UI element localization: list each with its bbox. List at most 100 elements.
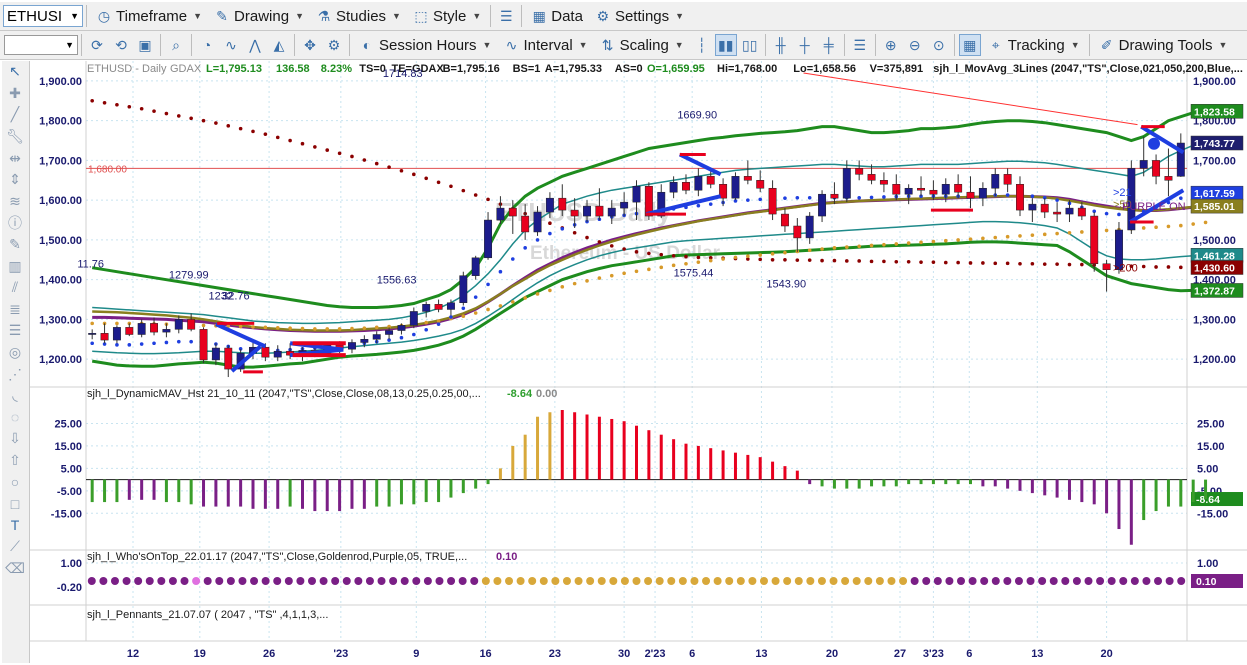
drawing-tools-menu[interactable]: ✐ Drawing Tools ▼ (1093, 33, 1234, 57)
retracement-icon[interactable]: ☰ (2, 320, 28, 342)
ma-200-dot (412, 172, 416, 177)
text-icon[interactable]: T (2, 514, 28, 536)
whos-on-top-dot (1049, 577, 1058, 585)
zoom-reset-icon[interactable]: ⊙ (928, 34, 950, 56)
whos-on-top-dot (748, 577, 757, 585)
dots-axis-tick: -0.20 (57, 582, 82, 594)
candle-down (595, 205, 604, 217)
speed-lines-icon[interactable]: ⫽ (2, 277, 28, 299)
candle-up (137, 323, 146, 335)
grid-icon[interactable]: ▦ (958, 34, 981, 56)
style-menu[interactable]: ⬚ Style ▼ (407, 4, 487, 28)
studies-menu[interactable]: ⚗ Studies ▼ (310, 4, 407, 28)
ma-200-dot (449, 184, 453, 189)
price-axis-tick-left: 1,900.00 (39, 76, 82, 88)
price-axis-tick-left: 1,500.00 (39, 235, 82, 247)
session-hours-menu[interactable]: ◐ Session Hours ▼ (353, 33, 497, 57)
speedometer-icon[interactable]: ◔ (196, 34, 218, 56)
candle-down (199, 329, 208, 361)
properties-icon[interactable]: ⚙ (323, 34, 345, 56)
ma-21-dot (510, 257, 515, 261)
spacing-icon[interactable]: ╫ (770, 34, 792, 56)
timeframe-menu[interactable]: ◷ Timeframe ▼ (90, 4, 208, 28)
gann-icon[interactable]: ◎ (2, 342, 28, 364)
chart-area[interactable]: ETHUSD - Daily GDAX L=1,795.13 136.58 8.23… (30, 61, 1247, 665)
candle-down (879, 180, 888, 185)
ellipse-icon[interactable]: ○ (2, 471, 28, 493)
rectangle-icon[interactable]: □ (2, 493, 28, 515)
data-menu[interactable]: ▦ Data (525, 4, 589, 28)
hollow-candle-icon[interactable]: ▯▯ (739, 34, 761, 56)
whos-on-top-dot (1119, 577, 1128, 585)
wrench-icon[interactable]: 🔧︎ (2, 126, 28, 148)
ma-200-dot (820, 258, 824, 263)
cycle-icon[interactable]: ◌ (2, 407, 28, 429)
ma-21-dot (696, 203, 701, 208)
whos-on-top-dot (273, 577, 282, 585)
trendline-icon[interactable]: ╱ (2, 104, 28, 126)
candle-up (991, 174, 1000, 189)
ma-orange-dot (350, 326, 354, 331)
ma-200-dot (1141, 264, 1146, 269)
image-icon[interactable]: ▣ (134, 34, 156, 56)
symbol-input[interactable]: ETHUSI ▼ (3, 5, 83, 27)
refresh-all-icon[interactable]: ⟲ (110, 34, 132, 56)
whos-on-top-dot (458, 577, 467, 585)
interval-menu[interactable]: ∿ Interval ▼ (497, 33, 593, 57)
compress-icon[interactable]: ┼ (794, 34, 816, 56)
pointer-icon[interactable]: ↖ (2, 61, 28, 83)
fan-icon[interactable]: ⋰ (2, 363, 28, 385)
horizontal-line-icon[interactable]: ⇹ (2, 147, 28, 169)
drawing-tools-icon: ✐ (1100, 37, 1113, 53)
arrow-up-icon[interactable]: ⇧ (2, 450, 28, 472)
tracking-menu[interactable]: ⌖ Tracking ▼ (982, 33, 1086, 57)
layout-icon[interactable]: ☰ (495, 5, 517, 27)
channel-icon[interactable]: ≋ (2, 191, 28, 213)
ma-orange-dot (956, 238, 960, 242)
bar-style-icon[interactable]: ┆ (691, 34, 713, 56)
ma-21-dot (486, 282, 490, 287)
candle-down (150, 323, 159, 333)
layout-icon[interactable]: ☰ (849, 34, 871, 56)
candle-up (904, 187, 913, 195)
ma-orange-dot (1080, 230, 1084, 234)
arc-icon[interactable]: ◟ (2, 385, 28, 407)
pencil-icon[interactable]: ✎ (2, 234, 28, 256)
fibonacci-icon[interactable]: ▥ (2, 255, 28, 277)
crosshair-icon[interactable]: ✚ (2, 83, 28, 105)
refresh-icon[interactable]: ⟳ (86, 34, 108, 56)
info-icon[interactable]: ⓘ (2, 212, 28, 234)
format-icon[interactable]: ✥ (299, 34, 321, 56)
ma-orange-dot (115, 321, 119, 326)
ma-200-dot (325, 148, 330, 152)
whos-on-top-dot (945, 577, 954, 585)
indicator-icon[interactable]: ∿ (220, 34, 242, 56)
candle-up (694, 176, 703, 191)
candle-up (471, 257, 480, 276)
template-select[interactable]: ▼ (4, 35, 78, 55)
zoom-window-icon[interactable]: ⌕ (165, 34, 187, 56)
line-chart-icon[interactable]: ⋀ (244, 34, 266, 56)
candle-up (1028, 203, 1037, 211)
levels-icon[interactable]: ≣ (2, 299, 28, 321)
ma-orange-dot (1141, 226, 1146, 230)
vertical-line-icon[interactable]: ⇕ (2, 169, 28, 191)
whos-on-top-dot (1177, 577, 1186, 585)
candle-up (409, 311, 418, 326)
drawing-menu[interactable]: ✎ Drawing ▼ (208, 4, 310, 28)
ma-21-dot (523, 246, 527, 250)
settings-menu[interactable]: ⚙ Settings ▼ (589, 4, 690, 28)
area-chart-icon[interactable]: ◭ (268, 34, 290, 56)
candlestick-icon[interactable]: ▮▮ (714, 34, 737, 56)
zoom-in-icon[interactable]: ⊕ (880, 34, 902, 56)
zoom-out-icon[interactable]: ⊖ (904, 34, 926, 56)
histogram-last-badge-text: -8.64 (1196, 494, 1220, 506)
ruler-icon[interactable]: ⟋ (2, 536, 28, 558)
ma-21-dot (869, 195, 874, 200)
scaling-menu[interactable]: ⇅ Scaling ▼ (594, 33, 690, 57)
eraser-icon[interactable]: ⌫ (2, 558, 28, 580)
candle-down (867, 174, 876, 181)
ma-21-dot (1005, 193, 1010, 197)
expand-icon[interactable]: ╪ (818, 34, 840, 56)
arrow-down-icon[interactable]: ⇩ (2, 428, 28, 450)
